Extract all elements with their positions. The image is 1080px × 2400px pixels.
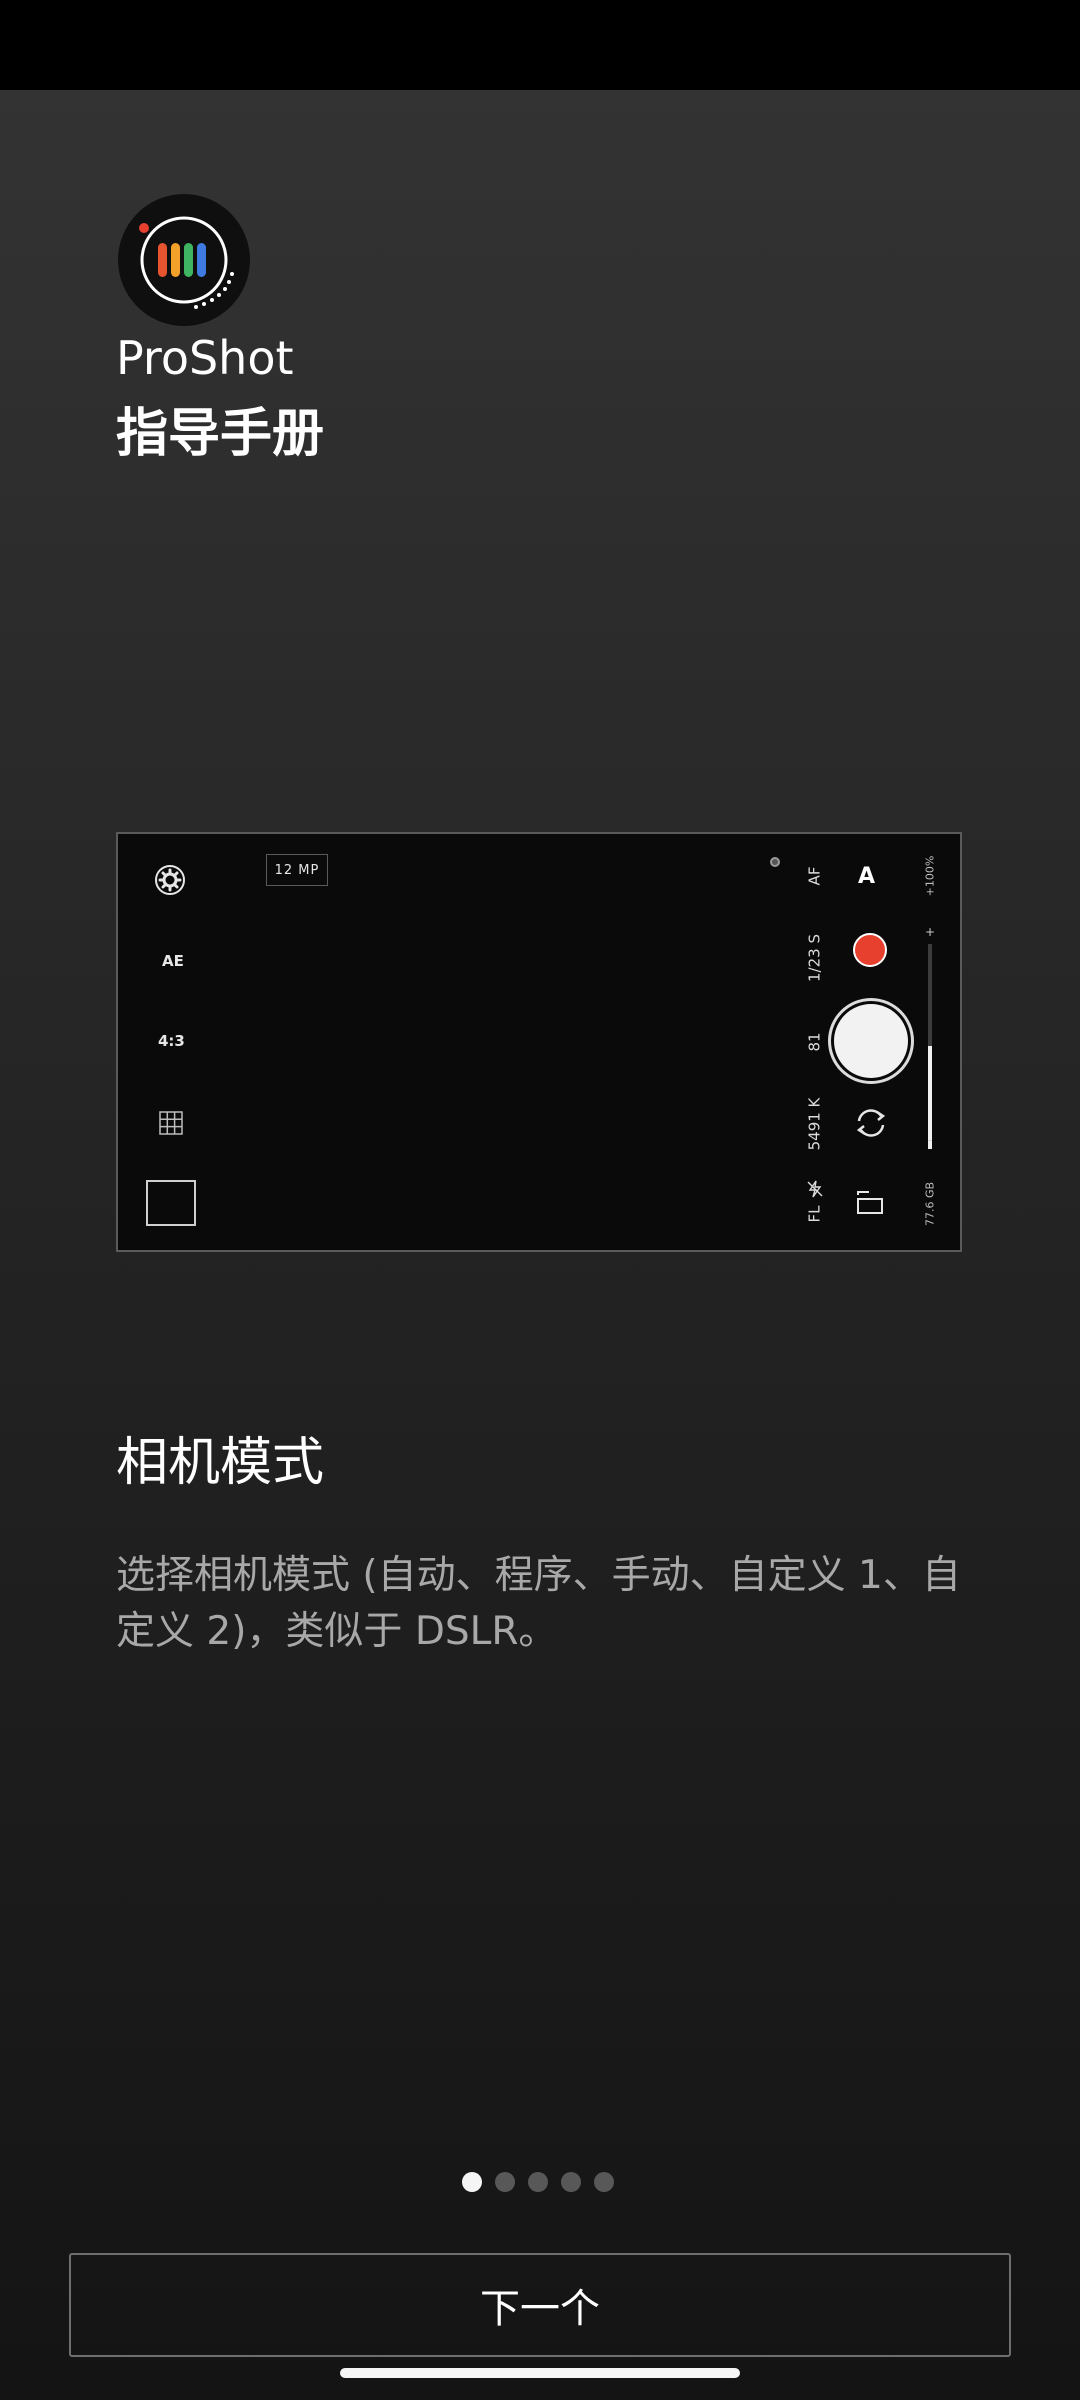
mode-indicator: A: [858, 864, 876, 889]
record-button: [853, 933, 887, 967]
resolution-badge: 12 MP: [266, 854, 328, 886]
gear-icon: [154, 864, 186, 900]
iso-readout: 81: [805, 1032, 824, 1052]
page-dot-5[interactable]: [594, 2172, 614, 2192]
ae-label: AE: [162, 952, 184, 970]
zoom-plus: +: [925, 925, 936, 939]
af-readout: AF: [805, 866, 824, 886]
lens-switch-icon: [855, 1189, 885, 1221]
app-name: ProShot: [116, 331, 294, 385]
zoom-minus: -: [928, 1133, 933, 1147]
page-dot-3[interactable]: [528, 2172, 548, 2192]
aspect-ratio-label: 4:3: [158, 1032, 185, 1050]
grid-icon: [159, 1111, 183, 1139]
flash-off-icon: [806, 1180, 824, 1202]
page-dot-2[interactable]: [495, 2172, 515, 2192]
shutter-button: [834, 1004, 908, 1078]
white-balance-readout: 5491 K: [805, 1097, 824, 1151]
flash-readout: FL: [805, 1205, 824, 1223]
indicator-dot: [770, 857, 780, 867]
zoom-percent: +100%: [923, 855, 937, 897]
page-indicator: [462, 2172, 614, 2192]
page-dot-4[interactable]: [561, 2172, 581, 2192]
section-title: 相机模式: [116, 1433, 325, 1493]
gallery-thumbnail: [146, 1180, 196, 1226]
next-button[interactable]: 下一个: [69, 2253, 1011, 2357]
section-description: 选择相机模式 (自动、程序、手动、自定义 1、自定义 2)，类似于 DSLR。: [116, 1553, 961, 1654]
storage-readout: 77.6 GB: [923, 1181, 937, 1227]
proshot-logo-icon: [118, 194, 250, 326]
home-indicator[interactable]: [340, 2368, 740, 2378]
camera-preview: 12 MP AE 4:3 AF 1/23 S 81 5491 K FL A +1…: [116, 832, 962, 1252]
guide-page: ProShot 指导手册 12 MP AE 4:3 AF 1/23 S 81 5…: [0, 90, 1080, 2400]
shutter-speed-readout: 1/23 S: [805, 934, 824, 982]
guide-title: 指导手册: [116, 404, 325, 464]
switch-camera-icon: [853, 1105, 889, 1145]
page-dot-1[interactable]: [462, 2172, 482, 2192]
status-bar: [0, 0, 1080, 90]
